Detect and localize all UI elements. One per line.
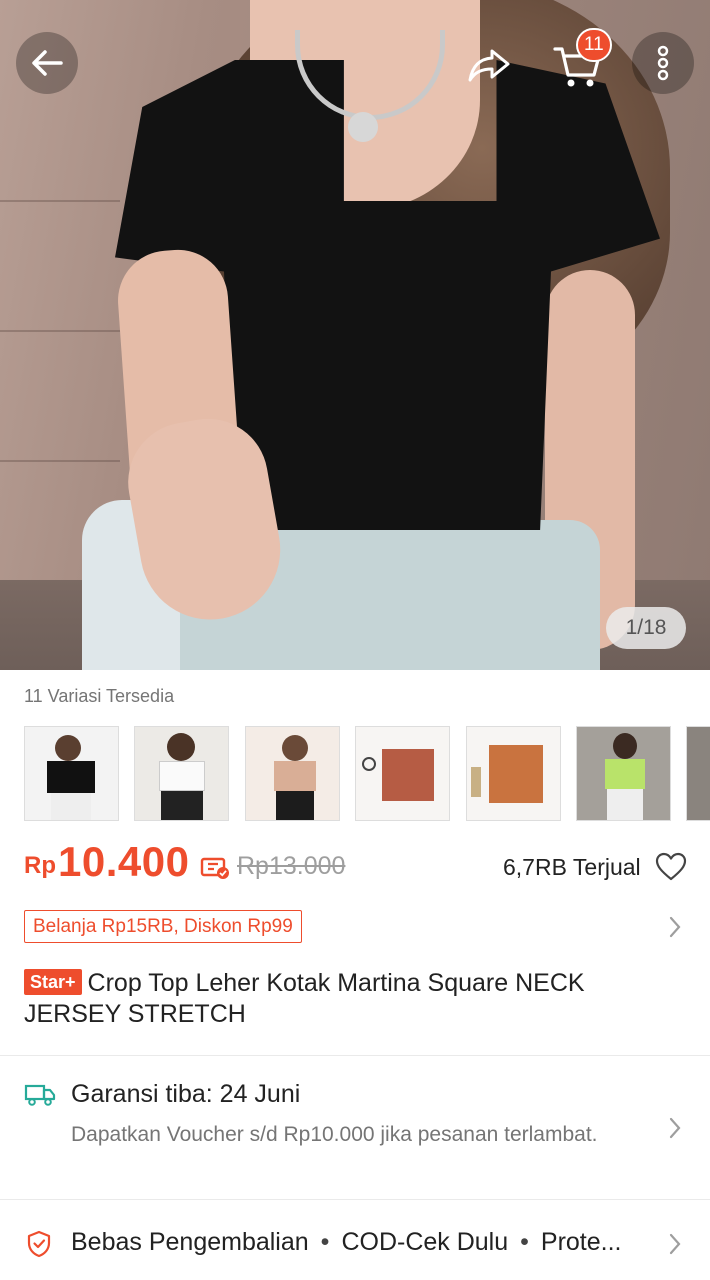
image-pager: 1/18: [606, 607, 686, 649]
wall-line: [0, 460, 120, 462]
chevron-right-icon[interactable]: [667, 915, 683, 939]
more-vertical-icon: [657, 45, 669, 81]
sold-count: 6,7RB Terjual: [503, 854, 641, 880]
variation-thumb-3[interactable]: [245, 726, 340, 821]
heart-icon[interactable]: [655, 852, 687, 882]
coin-voucher-icon: [200, 857, 229, 879]
variation-thumb-6[interactable]: [576, 726, 671, 821]
arrow-left-icon: [32, 50, 63, 76]
product-title: Crop Top Leher Kotak Martina Square NECK…: [24, 969, 585, 1028]
price-currency: Rp: [24, 852, 56, 879]
original-price: Rp13.000: [237, 852, 346, 880]
variation-thumb-7[interactable]: [686, 726, 710, 821]
back-button[interactable]: [16, 32, 78, 94]
guarantee-item: COD-Cek Dulu: [341, 1228, 509, 1256]
product-title-block: Star+ Crop Top Leher Kotak Martina Square…: [24, 968, 674, 1030]
shield-check-icon: [27, 1230, 51, 1258]
delivery-truck-icon: [24, 1084, 56, 1106]
wall-line: [0, 200, 120, 202]
chevron-right-icon[interactable]: [667, 1232, 683, 1256]
guarantee-item: Bebas Pengembalian: [71, 1228, 309, 1256]
variation-thumb-2[interactable]: [134, 726, 229, 821]
variation-thumb-1[interactable]: [24, 726, 119, 821]
variation-thumbnails: [24, 726, 710, 821]
delivery-guarantee-title[interactable]: Garansi tiba: 24 Juni: [71, 1080, 300, 1109]
cart-count-badge: 11: [576, 28, 612, 62]
divider: [0, 1199, 710, 1200]
divider: [0, 1055, 710, 1056]
current-price: 10.400: [58, 838, 190, 885]
price-row: Rp 10.400 Rp13.000 6,7RB Terjual: [24, 838, 690, 898]
variation-thumb-5[interactable]: [466, 726, 561, 821]
bullet-separator: •: [320, 1228, 330, 1256]
wall-line: [0, 330, 120, 332]
star-plus-badge: Star+: [24, 969, 82, 995]
more-options-button[interactable]: [632, 32, 694, 94]
variations-title: 11 Variasi Tersedia: [24, 686, 175, 706]
share-button[interactable]: [462, 38, 516, 92]
share-icon: [468, 49, 510, 82]
guarantee-list[interactable]: Bebas Pengembalian • COD-Cek Dulu • Prote...: [71, 1228, 661, 1257]
variation-thumb-4[interactable]: [355, 726, 450, 821]
promo-tag[interactable]: Belanja Rp15RB, Diskon Rp99: [24, 910, 302, 943]
guarantee-item: Prote...: [540, 1228, 622, 1256]
delivery-guarantee-subtitle: Dapatkan Voucher s/d Rp10.000 jika pesan…: [71, 1123, 598, 1146]
product-image-carousel[interactable]: [0, 0, 710, 670]
chevron-right-icon[interactable]: [667, 1116, 683, 1140]
bullet-separator: •: [520, 1228, 529, 1256]
necklace-pendant: [348, 112, 378, 142]
